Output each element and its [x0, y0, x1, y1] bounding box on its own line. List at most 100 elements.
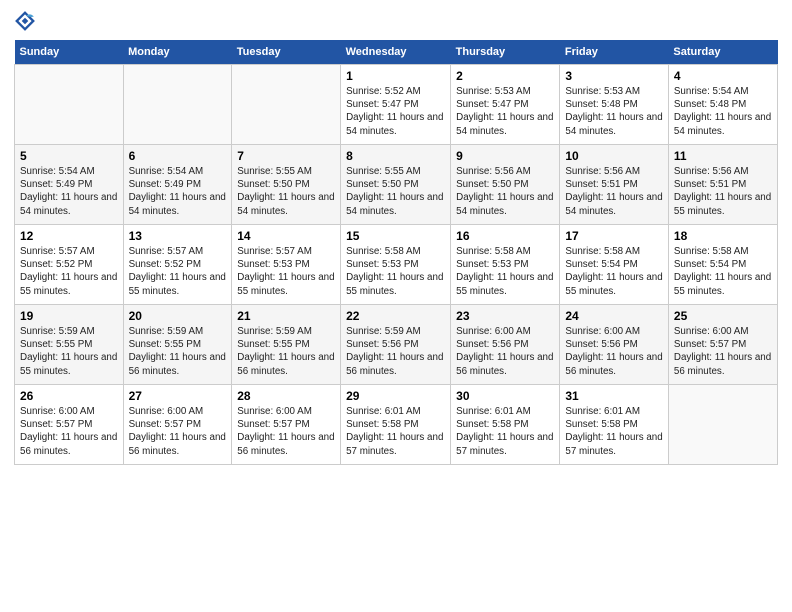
calendar-cell: 28 Sunrise: 6:00 AMSunset: 5:57 PMDayligh… — [232, 385, 341, 465]
day-info: Sunrise: 5:53 AMSunset: 5:48 PMDaylight:… — [565, 85, 663, 138]
calendar-cell: 18 Sunrise: 5:58 AMSunset: 5:54 PMDayligh… — [668, 225, 777, 305]
day-info: Sunrise: 6:01 AMSunset: 5:58 PMDaylight:… — [565, 405, 663, 458]
day-number: 19 — [20, 309, 118, 323]
calendar-cell: 27 Sunrise: 6:00 AMSunset: 5:57 PMDayligh… — [123, 385, 232, 465]
day-number: 8 — [346, 149, 445, 163]
calendar-cell: 15 Sunrise: 5:58 AMSunset: 5:53 PMDayligh… — [341, 225, 451, 305]
calendar-cell: 23Sunrise: 6:00 AMSunset: 5:56 PMDayligh… — [451, 305, 560, 385]
calendar-cell: 25 Sunrise: 6:00 AMSunset: 5:57 PMDayligh… — [668, 305, 777, 385]
day-number: 22 — [346, 309, 445, 323]
day-number: 4 — [674, 69, 772, 83]
header — [14, 10, 778, 32]
day-info: Sunrise: 5:55 AMSunset: 5:50 PMDaylight:… — [237, 165, 335, 218]
calendar-table: SundayMondayTuesdayWednesdayThursdayFrid… — [14, 40, 778, 465]
calendar-cell — [232, 65, 341, 145]
calendar-week-4: 19 Sunrise: 5:59 AMSunset: 5:55 PMDayligh… — [15, 305, 778, 385]
day-number: 31 — [565, 389, 663, 403]
day-number: 21 — [237, 309, 335, 323]
col-header-saturday: Saturday — [668, 40, 777, 65]
calendar-cell: 10Sunrise: 5:56 AMSunset: 5:51 PMDayligh… — [560, 145, 669, 225]
calendar-cell — [668, 385, 777, 465]
col-header-wednesday: Wednesday — [341, 40, 451, 65]
calendar-cell: 5 Sunrise: 5:54 AMSunset: 5:49 PMDaylight… — [15, 145, 124, 225]
day-number: 9 — [456, 149, 554, 163]
day-number: 5 — [20, 149, 118, 163]
calendar-cell: 2Sunrise: 5:53 AMSunset: 5:47 PMDaylight… — [451, 65, 560, 145]
calendar-cell: 1 Sunrise: 5:52 AMSunset: 5:47 PMDaylight… — [341, 65, 451, 145]
day-number: 16 — [456, 229, 554, 243]
calendar-week-2: 5 Sunrise: 5:54 AMSunset: 5:49 PMDaylight… — [15, 145, 778, 225]
day-number: 1 — [346, 69, 445, 83]
calendar-cell: 3 Sunrise: 5:53 AMSunset: 5:48 PMDaylight… — [560, 65, 669, 145]
calendar-week-1: 1 Sunrise: 5:52 AMSunset: 5:47 PMDaylight… — [15, 65, 778, 145]
calendar-week-5: 26Sunrise: 6:00 AMSunset: 5:57 PMDayligh… — [15, 385, 778, 465]
day-info: Sunrise: 5:57 AMSunset: 5:52 PMDaylight:… — [129, 245, 227, 298]
col-header-sunday: Sunday — [15, 40, 124, 65]
day-info: Sunrise: 5:56 AMSunset: 5:51 PMDaylight:… — [674, 165, 772, 218]
calendar-cell: 7 Sunrise: 5:55 AMSunset: 5:50 PMDaylight… — [232, 145, 341, 225]
calendar-cell: 8 Sunrise: 5:55 AMSunset: 5:50 PMDaylight… — [341, 145, 451, 225]
calendar-cell — [123, 65, 232, 145]
day-info: Sunrise: 5:54 AMSunset: 5:48 PMDaylight:… — [674, 85, 772, 138]
calendar-cell: 21 Sunrise: 5:59 AMSunset: 5:55 PMDayligh… — [232, 305, 341, 385]
day-number: 17 — [565, 229, 663, 243]
calendar-cell: 22 Sunrise: 5:59 AMSunset: 5:56 PMDayligh… — [341, 305, 451, 385]
day-info: Sunrise: 5:59 AMSunset: 5:56 PMDaylight:… — [346, 325, 445, 378]
day-number: 15 — [346, 229, 445, 243]
day-number: 2 — [456, 69, 554, 83]
main-container: SundayMondayTuesdayWednesdayThursdayFrid… — [0, 0, 792, 475]
day-number: 3 — [565, 69, 663, 83]
calendar-cell: 26Sunrise: 6:00 AMSunset: 5:57 PMDayligh… — [15, 385, 124, 465]
calendar-cell: 24 Sunrise: 6:00 AMSunset: 5:56 PMDayligh… — [560, 305, 669, 385]
day-number: 28 — [237, 389, 335, 403]
day-number: 24 — [565, 309, 663, 323]
day-info: Sunrise: 5:52 AMSunset: 5:47 PMDaylight:… — [346, 85, 445, 138]
day-info: Sunrise: 5:59 AMSunset: 5:55 PMDaylight:… — [20, 325, 118, 378]
calendar-cell: 20Sunrise: 5:59 AMSunset: 5:55 PMDayligh… — [123, 305, 232, 385]
day-number: 30 — [456, 389, 554, 403]
day-info: Sunrise: 5:54 AMSunset: 5:49 PMDaylight:… — [129, 165, 227, 218]
day-info: Sunrise: 5:56 AMSunset: 5:50 PMDaylight:… — [456, 165, 554, 218]
day-number: 27 — [129, 389, 227, 403]
calendar-cell: 4 Sunrise: 5:54 AMSunset: 5:48 PMDaylight… — [668, 65, 777, 145]
calendar-cell: 13Sunrise: 5:57 AMSunset: 5:52 PMDayligh… — [123, 225, 232, 305]
day-info: Sunrise: 6:00 AMSunset: 5:57 PMDaylight:… — [20, 405, 118, 458]
calendar-cell: 16 Sunrise: 5:58 AMSunset: 5:53 PMDayligh… — [451, 225, 560, 305]
day-number: 7 — [237, 149, 335, 163]
col-header-friday: Friday — [560, 40, 669, 65]
day-info: Sunrise: 6:00 AMSunset: 5:57 PMDaylight:… — [674, 325, 772, 378]
day-info: Sunrise: 5:56 AMSunset: 5:51 PMDaylight:… — [565, 165, 663, 218]
day-info: Sunrise: 5:59 AMSunset: 5:55 PMDaylight:… — [237, 325, 335, 378]
calendar-header-row: SundayMondayTuesdayWednesdayThursdayFrid… — [15, 40, 778, 65]
calendar-cell: 17 Sunrise: 5:58 AMSunset: 5:54 PMDayligh… — [560, 225, 669, 305]
day-number: 25 — [674, 309, 772, 323]
day-info: Sunrise: 5:58 AMSunset: 5:53 PMDaylight:… — [456, 245, 554, 298]
day-number: 12 — [20, 229, 118, 243]
day-info: Sunrise: 6:01 AMSunset: 5:58 PMDaylight:… — [456, 405, 554, 458]
calendar-cell: 12 Sunrise: 5:57 AMSunset: 5:52 PMDayligh… — [15, 225, 124, 305]
day-info: Sunrise: 5:58 AMSunset: 5:54 PMDaylight:… — [674, 245, 772, 298]
day-number: 18 — [674, 229, 772, 243]
day-info: Sunrise: 6:00 AMSunset: 5:57 PMDaylight:… — [129, 405, 227, 458]
calendar-cell — [15, 65, 124, 145]
day-number: 6 — [129, 149, 227, 163]
calendar-cell: 9 Sunrise: 5:56 AMSunset: 5:50 PMDaylight… — [451, 145, 560, 225]
day-info: Sunrise: 6:00 AMSunset: 5:56 PMDaylight:… — [456, 325, 554, 378]
day-info: Sunrise: 5:54 AMSunset: 5:49 PMDaylight:… — [20, 165, 118, 218]
calendar-cell: 30 Sunrise: 6:01 AMSunset: 5:58 PMDayligh… — [451, 385, 560, 465]
calendar-cell: 19 Sunrise: 5:59 AMSunset: 5:55 PMDayligh… — [15, 305, 124, 385]
day-info: Sunrise: 5:59 AMSunset: 5:55 PMDaylight:… — [129, 325, 227, 378]
day-info: Sunrise: 5:57 AMSunset: 5:53 PMDaylight:… — [237, 245, 335, 298]
day-info: Sunrise: 5:57 AMSunset: 5:52 PMDaylight:… — [20, 245, 118, 298]
day-info: Sunrise: 5:58 AMSunset: 5:54 PMDaylight:… — [565, 245, 663, 298]
col-header-thursday: Thursday — [451, 40, 560, 65]
day-info: Sunrise: 6:00 AMSunset: 5:57 PMDaylight:… — [237, 405, 335, 458]
calendar-cell: 14 Sunrise: 5:57 AMSunset: 5:53 PMDayligh… — [232, 225, 341, 305]
day-number: 11 — [674, 149, 772, 163]
day-info: Sunrise: 5:58 AMSunset: 5:53 PMDaylight:… — [346, 245, 445, 298]
day-info: Sunrise: 6:00 AMSunset: 5:56 PMDaylight:… — [565, 325, 663, 378]
day-number: 14 — [237, 229, 335, 243]
day-info: Sunrise: 5:55 AMSunset: 5:50 PMDaylight:… — [346, 165, 445, 218]
calendar-cell: 31 Sunrise: 6:01 AMSunset: 5:58 PMDayligh… — [560, 385, 669, 465]
col-header-tuesday: Tuesday — [232, 40, 341, 65]
